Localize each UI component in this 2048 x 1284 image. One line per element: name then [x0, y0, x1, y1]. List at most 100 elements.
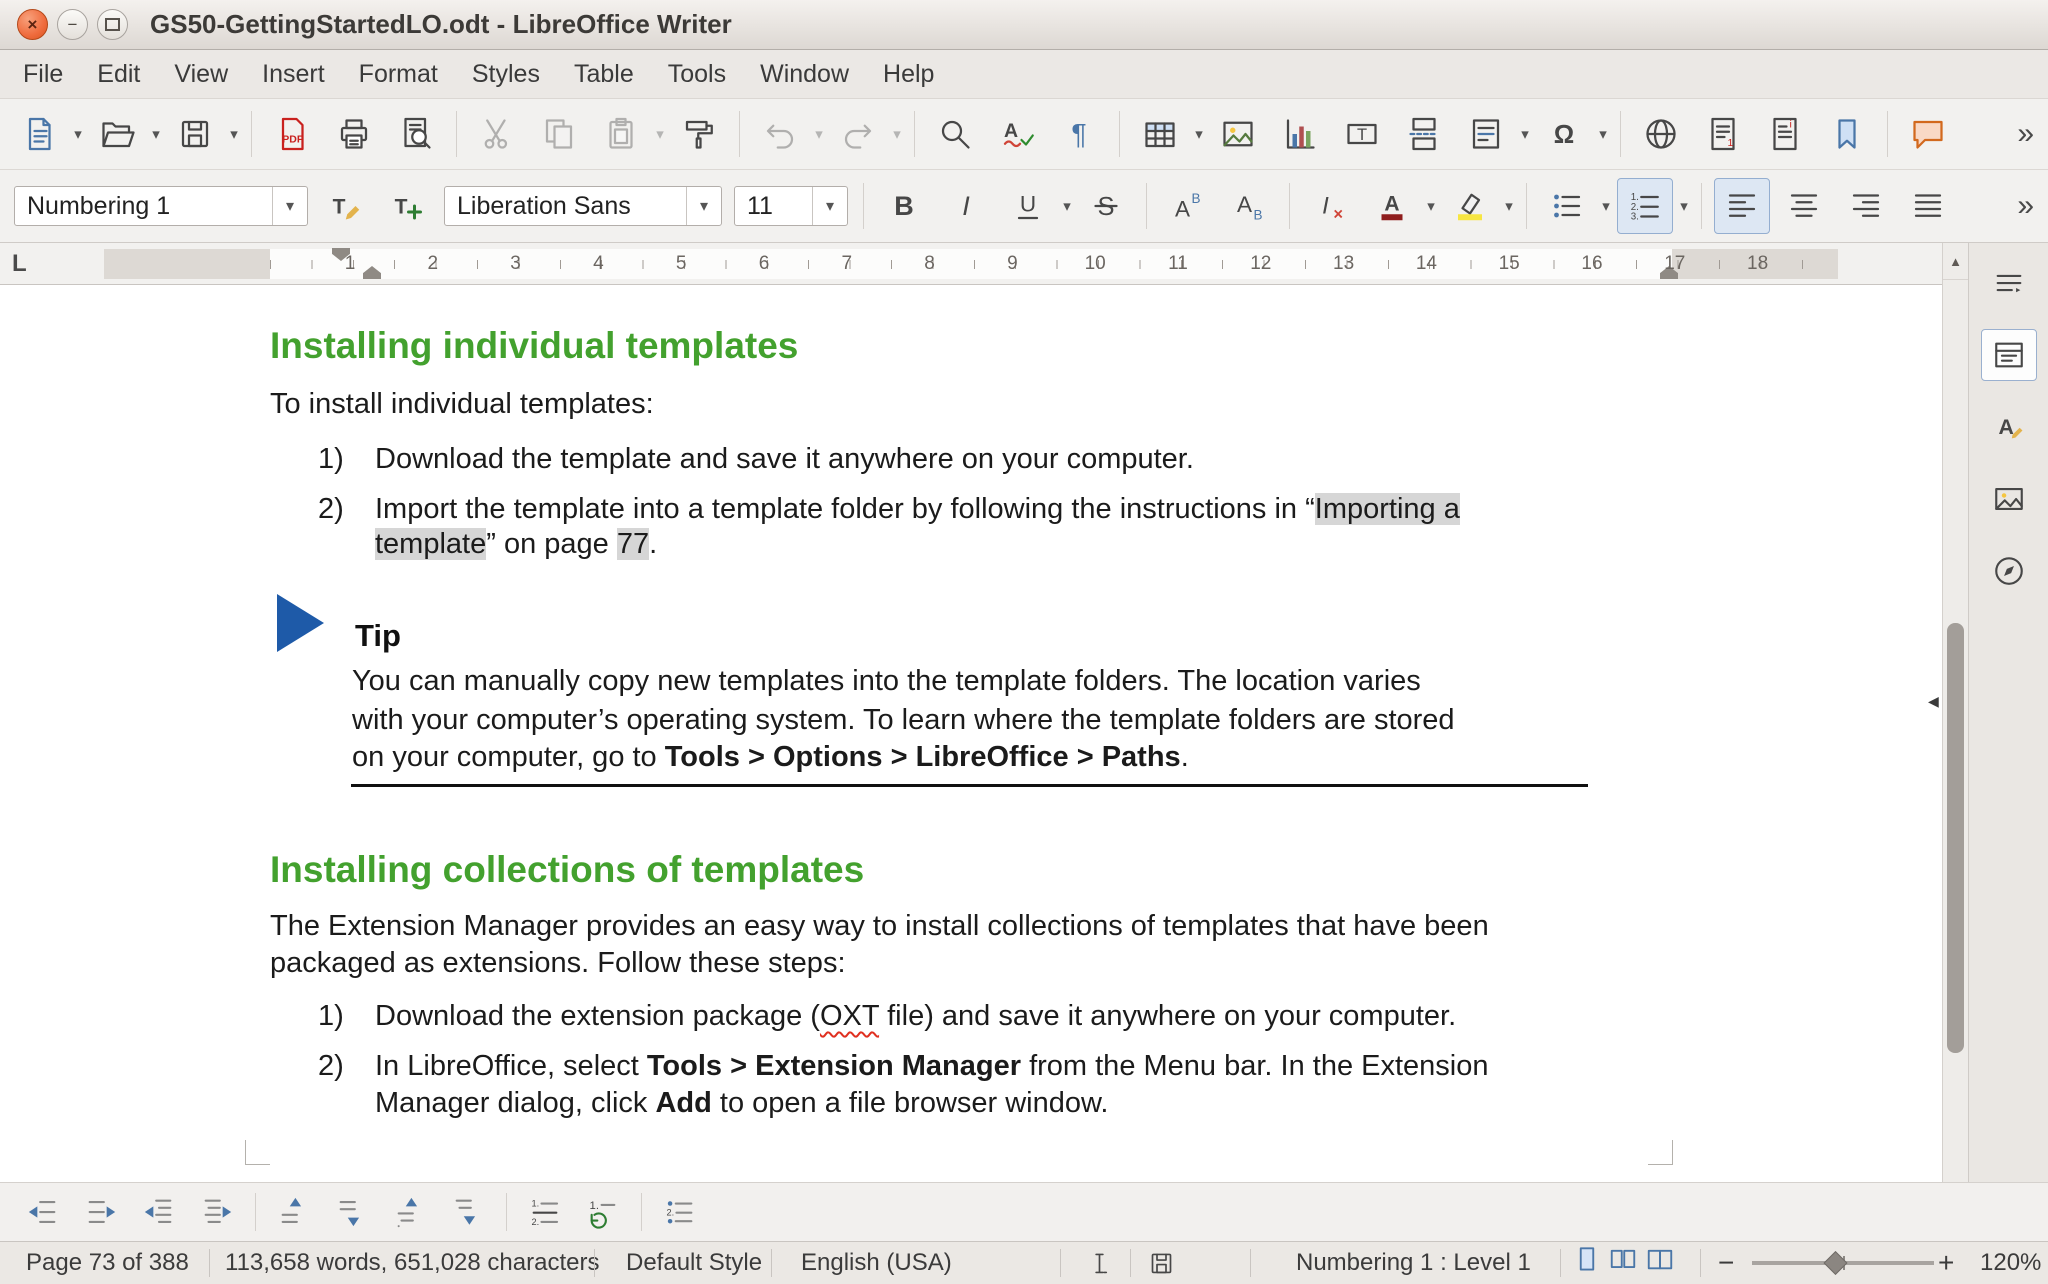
page-number-field[interactable]: 77: [617, 528, 649, 560]
insert-special-character-button[interactable]: Ω: [1536, 106, 1592, 162]
bullet-list-dropdown[interactable]: ▾: [1598, 197, 1614, 215]
copy-button[interactable]: [531, 106, 587, 162]
outline-level-status[interactable]: Numbering 1 : Level 1: [1296, 1249, 1531, 1277]
save-dropdown[interactable]: ▾: [226, 125, 242, 143]
close-button[interactable]: ×: [17, 9, 48, 40]
promote-with-subpoints-button[interactable]: [133, 1188, 185, 1236]
highlight-color-dropdown[interactable]: ▾: [1501, 197, 1517, 215]
insert-comment-button[interactable]: [1900, 106, 1956, 162]
paste-dropdown[interactable]: ▾: [652, 125, 668, 143]
insert-table-dropdown[interactable]: ▾: [1191, 125, 1207, 143]
menu-edit[interactable]: Edit: [80, 50, 157, 98]
cross-reference-field[interactable]: Importing a: [1315, 493, 1460, 525]
find-replace-button[interactable]: [927, 106, 983, 162]
language-status[interactable]: English (USA): [801, 1249, 952, 1277]
menu-window[interactable]: Window: [743, 50, 866, 98]
selection-mode-indicator[interactable]: [1086, 1249, 1113, 1277]
underline-dropdown[interactable]: ▾: [1059, 197, 1075, 215]
paragraph-style-dropdown[interactable]: ▾: [272, 187, 307, 225]
font-color-button[interactable]: A: [1364, 178, 1420, 234]
redo-dropdown[interactable]: ▾: [889, 125, 905, 143]
print-preview-button[interactable]: [388, 106, 444, 162]
font-size-combobox[interactable]: 11 ▾: [734, 186, 848, 226]
font-color-dropdown[interactable]: ▾: [1423, 197, 1439, 215]
insert-unnumbered-entry-button[interactable]: 1. 2.: [519, 1188, 571, 1236]
scroll-up-button[interactable]: ▲: [1943, 243, 1968, 280]
justify-button[interactable]: [1900, 178, 1956, 234]
menu-format[interactable]: Format: [342, 50, 455, 98]
clear-formatting-button[interactable]: I ×: [1302, 178, 1358, 234]
menu-file[interactable]: File: [6, 50, 80, 98]
menu-help[interactable]: Help: [866, 50, 951, 98]
formatting-marks-button[interactable]: ¶: [1051, 106, 1107, 162]
superscript-button[interactable]: A B: [1159, 178, 1215, 234]
sidebar-tab-styles[interactable]: A: [1981, 401, 2037, 453]
move-up-with-subpoints-button[interactable]: [384, 1188, 436, 1236]
move-down-button[interactable]: [326, 1188, 378, 1236]
maximize-button[interactable]: [97, 9, 128, 40]
strikethrough-button[interactable]: S: [1078, 178, 1134, 234]
demote-with-subpoints-button[interactable]: [191, 1188, 243, 1236]
sidebar-settings-button[interactable]: [1981, 257, 2037, 309]
tab-stop-selector[interactable]: L: [12, 250, 27, 278]
insert-hyperlink-button[interactable]: [1633, 106, 1689, 162]
numbered-list-button[interactable]: 1. 2. 3.: [1617, 178, 1673, 234]
new-document-button[interactable]: [11, 106, 67, 162]
bullet-list-button[interactable]: [1539, 178, 1595, 234]
align-right-button[interactable]: [1838, 178, 1894, 234]
toolbar-overflow-button[interactable]: »: [2011, 117, 2040, 151]
export-pdf-button[interactable]: PDF: [264, 106, 320, 162]
subscript-button[interactable]: A B: [1221, 178, 1277, 234]
clone-formatting-button[interactable]: [671, 106, 727, 162]
cut-button[interactable]: [469, 106, 525, 162]
menu-insert[interactable]: Insert: [245, 50, 342, 98]
save-button[interactable]: [167, 106, 223, 162]
restart-numbering-button[interactable]: 1.: [577, 1188, 629, 1236]
bullets-and-numbering-button[interactable]: 2.: [654, 1188, 706, 1236]
menu-view[interactable]: View: [157, 50, 245, 98]
insert-field-dropdown[interactable]: ▾: [1517, 125, 1533, 143]
paste-button[interactable]: [593, 106, 649, 162]
sidebar-collapse-arrow[interactable]: ◀: [1928, 693, 1939, 710]
vertical-scrollbar[interactable]: ▲: [1942, 243, 1968, 1182]
redo-button[interactable]: [830, 106, 886, 162]
menu-table[interactable]: Table: [557, 50, 651, 98]
insert-page-break-button[interactable]: [1396, 106, 1452, 162]
open-dropdown[interactable]: ▾: [148, 125, 164, 143]
zoom-slider-thumb[interactable]: [1823, 1251, 1847, 1275]
sidebar-tab-gallery[interactable]: [1981, 473, 2037, 525]
insert-table-button[interactable]: [1132, 106, 1188, 162]
align-left-button[interactable]: [1714, 178, 1770, 234]
document-canvas[interactable]: Installing individual templates To insta…: [0, 285, 1942, 1182]
menu-styles[interactable]: Styles: [455, 50, 557, 98]
single-page-view-button[interactable]: [1572, 1245, 1602, 1282]
menu-tools[interactable]: Tools: [651, 50, 743, 98]
zoom-level[interactable]: 120%: [1980, 1249, 2041, 1277]
insert-endnote-button[interactable]: i: [1757, 106, 1813, 162]
promote-outline-level-button[interactable]: [17, 1188, 69, 1236]
insert-image-button[interactable]: [1210, 106, 1266, 162]
spelling-button[interactable]: A: [989, 106, 1045, 162]
word-count-status[interactable]: 113,658 words, 651,028 characters: [225, 1249, 599, 1277]
page-number-status[interactable]: Page 73 of 388: [26, 1249, 189, 1277]
numbered-list-dropdown[interactable]: ▾: [1676, 197, 1692, 215]
undo-dropdown[interactable]: ▾: [811, 125, 827, 143]
ruler[interactable]: L 123456789101112131415161718: [0, 243, 2048, 285]
book-view-button[interactable]: [1645, 1245, 1675, 1282]
update-style-button[interactable]: T: [317, 178, 373, 234]
insert-text-box-button[interactable]: T: [1334, 106, 1390, 162]
sidebar-tab-properties[interactable]: [1981, 329, 2037, 381]
scrollbar-thumb[interactable]: [1947, 623, 1964, 1053]
underline-button[interactable]: U: [1000, 178, 1056, 234]
font-size-dropdown[interactable]: ▾: [812, 187, 847, 225]
demote-outline-level-button[interactable]: [75, 1188, 127, 1236]
document-modified-indicator[interactable]: [1148, 1249, 1175, 1277]
italic-button[interactable]: I: [938, 178, 994, 234]
minimize-button[interactable]: −: [57, 9, 88, 40]
move-up-button[interactable]: [268, 1188, 320, 1236]
insert-footnote-button[interactable]: 1: [1695, 106, 1751, 162]
highlight-color-button[interactable]: [1442, 178, 1498, 234]
font-name-combobox[interactable]: Liberation Sans ▾: [444, 186, 722, 226]
new-dropdown[interactable]: ▾: [70, 125, 86, 143]
paragraph-style-combobox[interactable]: Numbering 1 ▾: [14, 186, 308, 226]
